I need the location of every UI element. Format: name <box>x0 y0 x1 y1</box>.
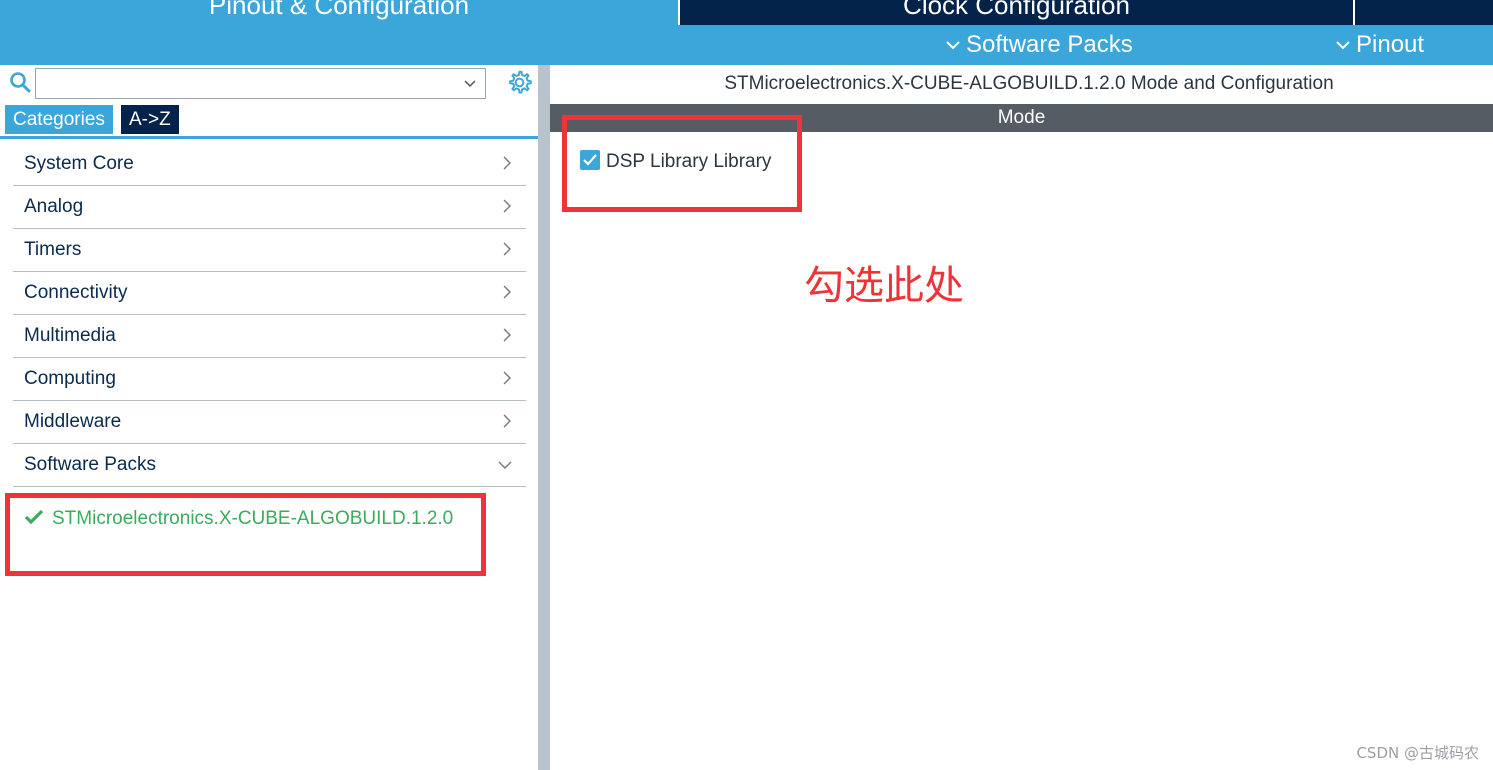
search-icon[interactable] <box>9 71 31 93</box>
category-label: Software Packs <box>24 454 156 475</box>
panel-splitter[interactable] <box>538 65 550 770</box>
tab-pinout-configuration-label: Pinout & Configuration <box>208 0 470 20</box>
category-computing[interactable]: Computing <box>13 358 526 401</box>
software-pack-label: STMicroelectronics.X-CUBE-ALGOBUILD.1.2.… <box>52 508 454 529</box>
category-software-packs[interactable]: Software Packs <box>13 444 526 487</box>
tab-extra[interactable] <box>1355 0 1493 25</box>
chevron-down-icon <box>1336 24 1350 64</box>
pinout-menu-label: Pinout <box>1356 31 1425 58</box>
category-label: Connectivity <box>24 282 128 303</box>
search-input[interactable] <box>40 70 464 99</box>
chevron-down-icon <box>498 461 512 469</box>
category-list: System Core Analog Timers Connectivity M… <box>13 143 526 487</box>
category-tabs: Categories A->Z <box>0 105 538 138</box>
annotation-text: 勾选此处 <box>804 263 964 309</box>
tab-clock-configuration-label: Clock Configuration <box>903 0 1130 20</box>
category-label: Multimedia <box>24 325 116 346</box>
chevron-right-icon <box>503 371 511 385</box>
mode-section-header: Mode <box>550 104 1493 132</box>
category-system-core[interactable]: System Core <box>13 143 526 186</box>
sub-toolbar: Software Packs Pinout <box>0 25 1493 65</box>
watermark: CSDN @古城码农 <box>1356 744 1479 762</box>
category-tabs-underline <box>0 136 538 139</box>
category-label: Computing <box>24 368 116 389</box>
chevron-right-icon <box>503 156 511 170</box>
category-label: Analog <box>24 196 84 217</box>
chevron-down-icon <box>946 24 960 64</box>
category-multimedia[interactable]: Multimedia <box>13 315 526 358</box>
check-icon <box>24 509 44 525</box>
annotation-highlight-box <box>5 493 486 576</box>
chevron-right-icon <box>503 414 511 428</box>
chevron-down-icon[interactable] <box>463 77 477 91</box>
category-analog[interactable]: Analog <box>13 186 526 229</box>
chevron-right-icon <box>503 328 511 342</box>
chevron-right-icon <box>503 199 511 213</box>
dsp-library-label: DSP Library Library <box>606 151 772 172</box>
chevron-right-icon <box>503 285 511 299</box>
category-timers[interactable]: Timers <box>13 229 526 272</box>
search-combo[interactable] <box>35 68 486 99</box>
checkbox-checked-icon[interactable] <box>580 150 600 170</box>
category-label: Timers <box>24 239 82 260</box>
software-packs-menu[interactable]: Software Packs <box>946 25 1133 65</box>
top-tabs: Pinout & Configuration Clock Configurati… <box>0 0 1493 25</box>
software-pack-item[interactable]: STMicroelectronics.X-CUBE-ALGOBUILD.1.2.… <box>24 508 453 530</box>
dsp-library-checkbox[interactable]: DSP Library Library <box>580 150 771 173</box>
category-label: System Core <box>24 153 134 174</box>
left-panel: Categories A->Z System Core Analog Timer… <box>0 65 538 770</box>
category-middleware[interactable]: Middleware <box>13 401 526 444</box>
mode-configuration-title: STMicroelectronics.X-CUBE-ALGOBUILD.1.2.… <box>724 73 1334 94</box>
gear-icon[interactable] <box>506 69 533 96</box>
chevron-right-icon <box>503 242 511 256</box>
right-panel: STMicroelectronics.X-CUBE-ALGOBUILD.1.2.… <box>550 65 1493 770</box>
software-packs-menu-label: Software Packs <box>966 31 1133 58</box>
tab-clock-configuration[interactable]: Clock Configuration <box>680 0 1353 25</box>
tab-a-to-z[interactable]: A->Z <box>121 105 179 134</box>
category-connectivity[interactable]: Connectivity <box>13 272 526 315</box>
category-label: Middleware <box>24 411 122 432</box>
tab-pinout-configuration[interactable]: Pinout & Configuration <box>0 0 678 25</box>
pinout-menu[interactable]: Pinout <box>1336 25 1424 65</box>
tab-categories[interactable]: Categories <box>5 105 113 134</box>
